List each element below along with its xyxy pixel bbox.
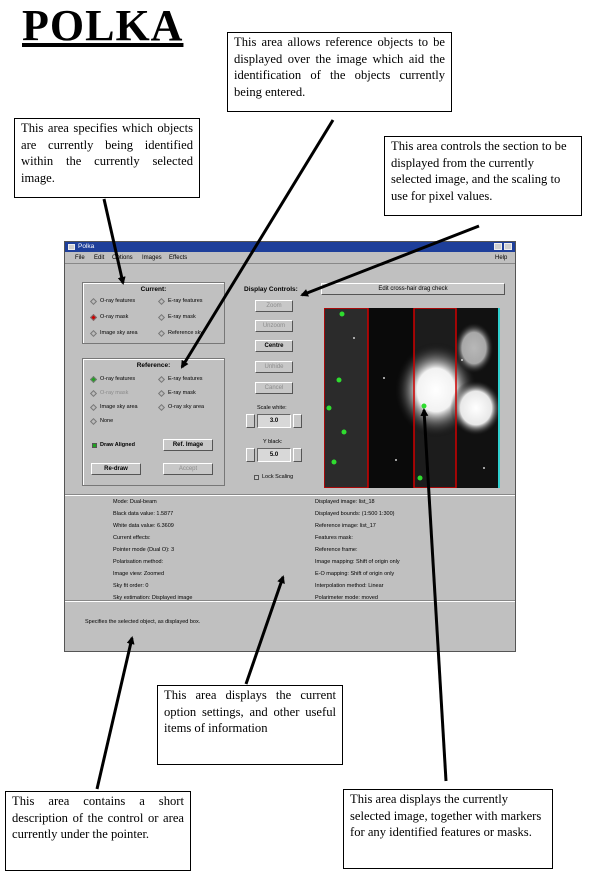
arrow-reference <box>180 119 335 369</box>
arrow-image <box>420 408 448 782</box>
arrow-current <box>102 198 126 285</box>
pointer-arrows <box>95 119 480 790</box>
arrow-options <box>244 575 285 685</box>
arrow-section <box>300 224 480 297</box>
arrow-description <box>95 636 135 790</box>
